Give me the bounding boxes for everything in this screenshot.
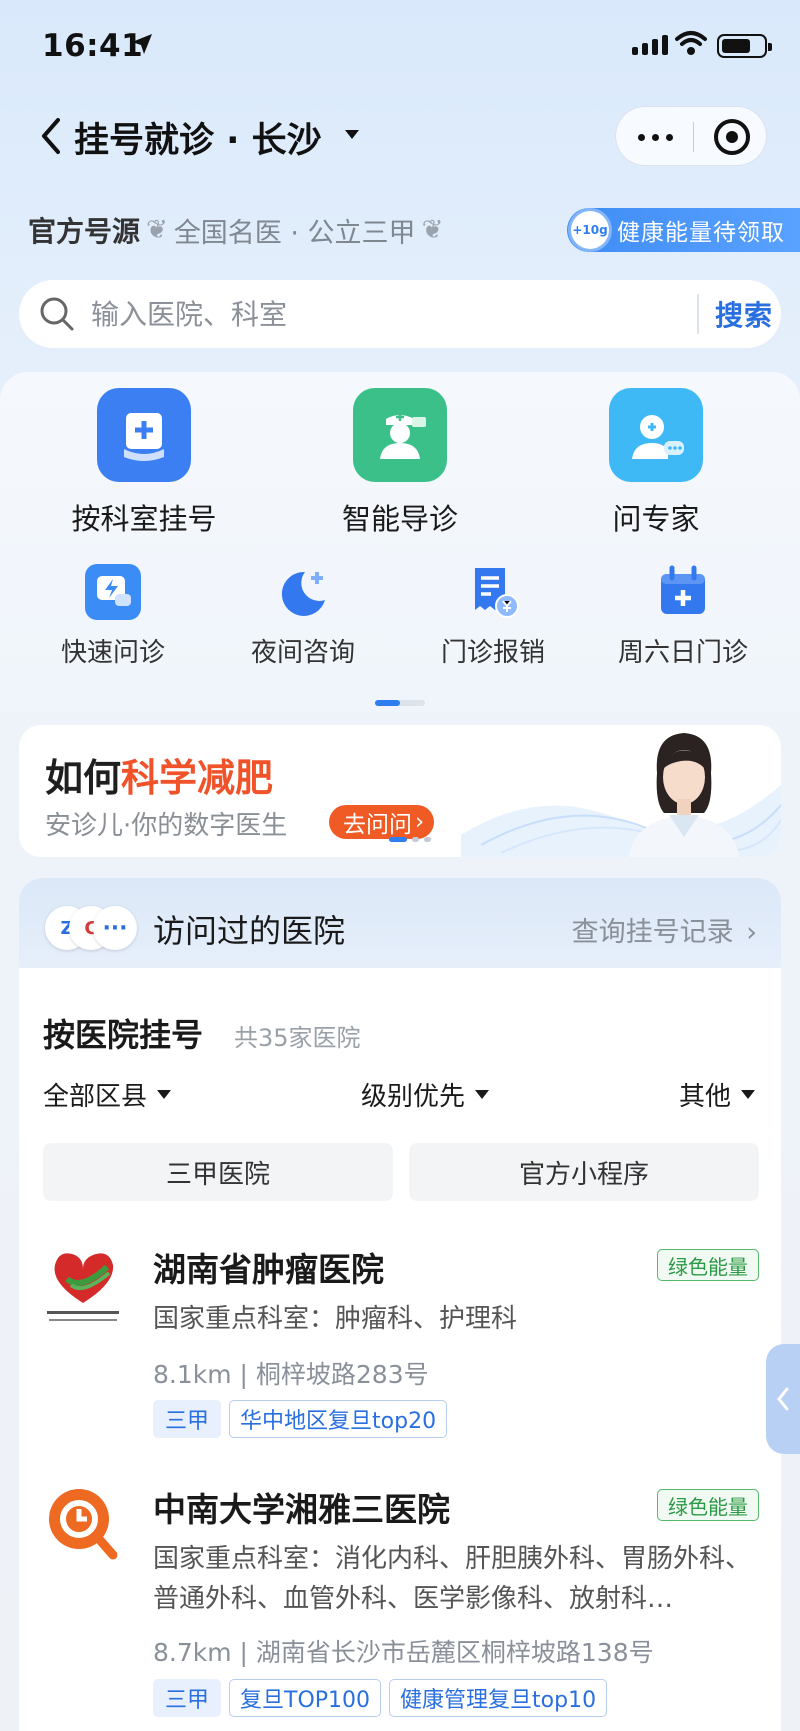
wifi-icon — [675, 31, 707, 55]
registration-records-link[interactable]: 查询挂号记录 › — [572, 910, 757, 949]
hospital-departments: 国家重点科室：消化内科、肝胆胰外科、胃肠外科、普通外科、血管外科、医学影像科、放… — [153, 1544, 752, 1614]
hospital-list-panel: 按医院挂号 共35家医院 全部区县 级别优先 其他 三甲医院 官方小程序 湖南省… — [19, 978, 781, 1731]
status-bar: 16:41 — [0, 0, 800, 96]
hospital-logo-icon — [49, 1489, 118, 1560]
official-source-row: 官方号源 ❦ 全国名医 · 公立三甲 ❦ — [28, 210, 449, 250]
search-button[interactable]: 搜索 — [715, 294, 773, 334]
energy-label: 健康能量待领取 — [617, 220, 785, 246]
laurel-right-icon: ❦ — [421, 215, 444, 245]
department-icon — [97, 388, 191, 482]
feature-night-consult[interactable]: 夜间咨询 — [208, 562, 398, 669]
feature-label: 按科室挂号 — [71, 502, 217, 536]
hospital-address: 8.1km | 桐梓坡路283号 — [153, 1360, 429, 1389]
energy-reward-button[interactable]: +10g 健康能量待领取 — [567, 208, 800, 252]
hospital-tags: 三甲 复旦TOP100 健康管理复旦top10 — [153, 1679, 608, 1717]
hospital-count: 共35家医院 — [234, 1024, 361, 1052]
green-energy-badge: 绿色能量 — [657, 1489, 759, 1521]
level-tag: 三甲 — [153, 1679, 222, 1717]
hospital-item[interactable]: 湖南省肿瘤医院 绿色能量 国家重点科室：肿瘤科、护理科 8.1km | 桐梓坡路… — [19, 1243, 781, 1443]
receipt-icon — [463, 562, 523, 622]
status-time: 16:41 — [42, 28, 144, 64]
hospital-address: 8.7km | 湖南省长沙市岳麓区桐梓坡路138号 — [153, 1638, 654, 1667]
filter-other[interactable]: 其他 — [679, 1076, 756, 1113]
hospital-logo-icon — [47, 1253, 119, 1321]
moon-icon — [273, 562, 333, 622]
ask-now-button[interactable]: 去问问 › — [329, 805, 435, 839]
feature-department-registration[interactable]: 按科室挂号 — [44, 388, 244, 538]
calendar-icon — [653, 562, 713, 622]
visited-hospitals-card: Z C ··· 访问过的医院 查询挂号记录 › 按医院挂号 共35家医院 全部区… — [19, 878, 781, 1731]
rank-tag: 华中地区复旦top20 — [229, 1400, 448, 1438]
quick-consult-icon — [83, 562, 143, 622]
caret-down-icon — [475, 1090, 490, 1099]
more-icon: ··· — [93, 906, 137, 950]
green-energy-badge: 绿色能量 — [657, 1249, 759, 1281]
feature-label: 快速问诊 — [60, 638, 165, 668]
digital-doctor-avatar — [629, 733, 739, 857]
caret-down-icon — [741, 1090, 756, 1099]
search-icon — [40, 297, 74, 331]
side-drawer-handle[interactable] — [766, 1344, 800, 1454]
laurel-left-icon: ❦ — [146, 215, 168, 245]
feature-label: 周六日门诊 — [617, 638, 748, 668]
hospital-departments: 国家重点科室：肿瘤科、护理科 — [153, 1304, 518, 1334]
filter-level[interactable]: 级别优先 — [361, 1076, 490, 1113]
mini-program-capsule — [615, 106, 767, 166]
hospital-list-title: 按医院挂号 — [43, 1016, 204, 1054]
hospital-item[interactable]: 中南大学湘雅三医院 绿色能量 国家重点科室：消化内科、肝胆胰外科、胃肠外科、普通… — [19, 1483, 781, 1731]
cellular-signal-icon — [632, 35, 668, 55]
battery-icon — [717, 34, 772, 58]
banner-title: 如何科学减肥 — [45, 756, 274, 800]
feature-label: 门诊报销 — [440, 638, 545, 668]
page-indicator — [375, 700, 425, 706]
level-tag: 三甲 — [153, 1400, 222, 1438]
search-input[interactable] — [91, 294, 671, 334]
city-dropdown-icon[interactable] — [345, 130, 359, 139]
hospital-name: 湖南省肿瘤医院 — [153, 1250, 384, 1289]
hospital-tags: 三甲 华中地区复旦top20 — [153, 1400, 448, 1438]
official-subtitle: 全国名医 · 公立三甲 — [173, 217, 416, 249]
chip-official-miniprogram[interactable]: 官方小程序 — [409, 1143, 759, 1201]
hospital-name: 中南大学湘雅三医院 — [153, 1490, 450, 1529]
page-title[interactable]: 挂号就诊 · 长沙 — [74, 112, 322, 163]
search-bar: 搜索 — [19, 280, 781, 348]
caret-down-icon — [157, 1090, 172, 1099]
chevron-left-icon — [777, 1387, 789, 1411]
visited-title: 访问过的医院 — [153, 912, 346, 950]
feature-weekend-clinic[interactable]: 周六日门诊 — [588, 562, 778, 669]
close-miniprogram-icon[interactable] — [714, 119, 750, 155]
feature-ask-expert[interactable]: 问专家 — [556, 388, 756, 538]
feature-grid: 按科室挂号 智能导诊 问专家 快速问诊 夜间咨询 门诊报销 周六日门诊 — [0, 372, 800, 712]
nurse-icon — [353, 388, 447, 482]
energy-badge: +10g — [571, 211, 609, 249]
rank-tag: 复旦TOP100 — [229, 1679, 382, 1717]
feature-label: 夜间咨询 — [250, 638, 355, 668]
visited-hospital-logos[interactable]: Z C ··· — [45, 906, 137, 950]
promo-banner[interactable]: 如何科学减肥 安诊儿·你的数字医生 去问问 › — [19, 725, 781, 857]
more-icon[interactable] — [638, 134, 673, 141]
filter-district[interactable]: 全部区县 — [43, 1076, 172, 1113]
feature-label: 智能导诊 — [341, 502, 458, 536]
chip-tier3-hospital[interactable]: 三甲医院 — [43, 1143, 393, 1201]
back-icon[interactable] — [36, 116, 66, 156]
expert-icon — [609, 388, 703, 482]
official-title: 官方号源 — [28, 215, 141, 248]
feature-smart-triage[interactable]: 智能导诊 — [300, 388, 500, 538]
feature-label: 问专家 — [612, 502, 700, 536]
feature-reimbursement[interactable]: 门诊报销 — [398, 562, 588, 669]
feature-quick-consult[interactable]: 快速问诊 — [18, 562, 208, 669]
location-arrow-icon — [132, 34, 152, 54]
banner-carousel-dots — [389, 837, 431, 842]
rank-tag: 健康管理复旦top10 — [389, 1679, 608, 1717]
banner-subtitle: 安诊儿·你的数字医生 — [45, 811, 288, 841]
